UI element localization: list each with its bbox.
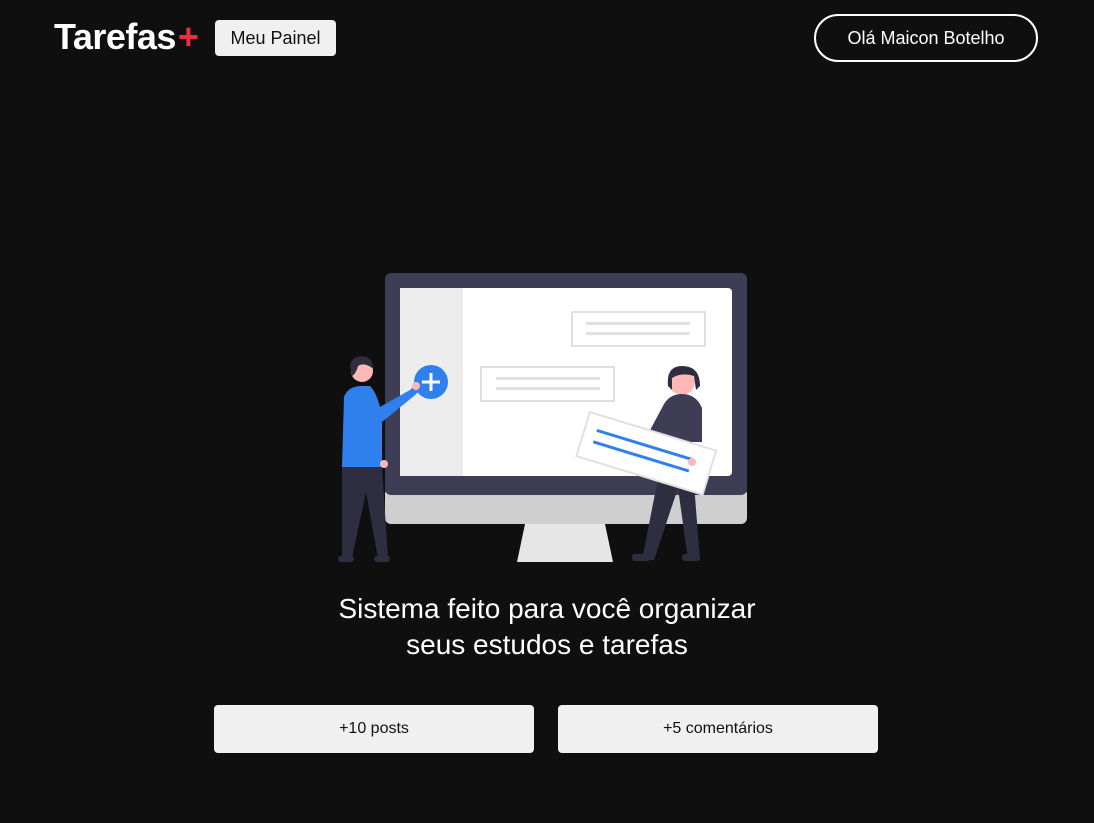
monitor-stand <box>517 524 613 562</box>
task-board-illustration <box>338 273 747 562</box>
hero-title: Sistema feito para você organizar seus e… <box>0 591 1094 663</box>
hero-title-line-1: Sistema feito para você organizar <box>338 593 756 624</box>
user-greeting-button[interactable]: Olá Maicon Botelho <box>814 14 1038 62</box>
logo-plus: + <box>177 16 199 57</box>
logo-text: Tarefas <box>54 16 176 57</box>
screen-card-1 <box>571 311 706 347</box>
posts-count-badge: +10 posts <box>214 705 534 753</box>
screen-card-2 <box>480 366 615 402</box>
my-panel-button[interactable]: Meu Painel <box>215 20 336 56</box>
comments-count-badge: +5 comentários <box>558 705 878 753</box>
logo[interactable]: Tarefas+ <box>54 15 199 59</box>
top-header: Tarefas+ Meu Painel Olá Maicon Botelho <box>0 0 1094 76</box>
hero-title-line-2: seus estudos e tarefas <box>406 629 688 660</box>
